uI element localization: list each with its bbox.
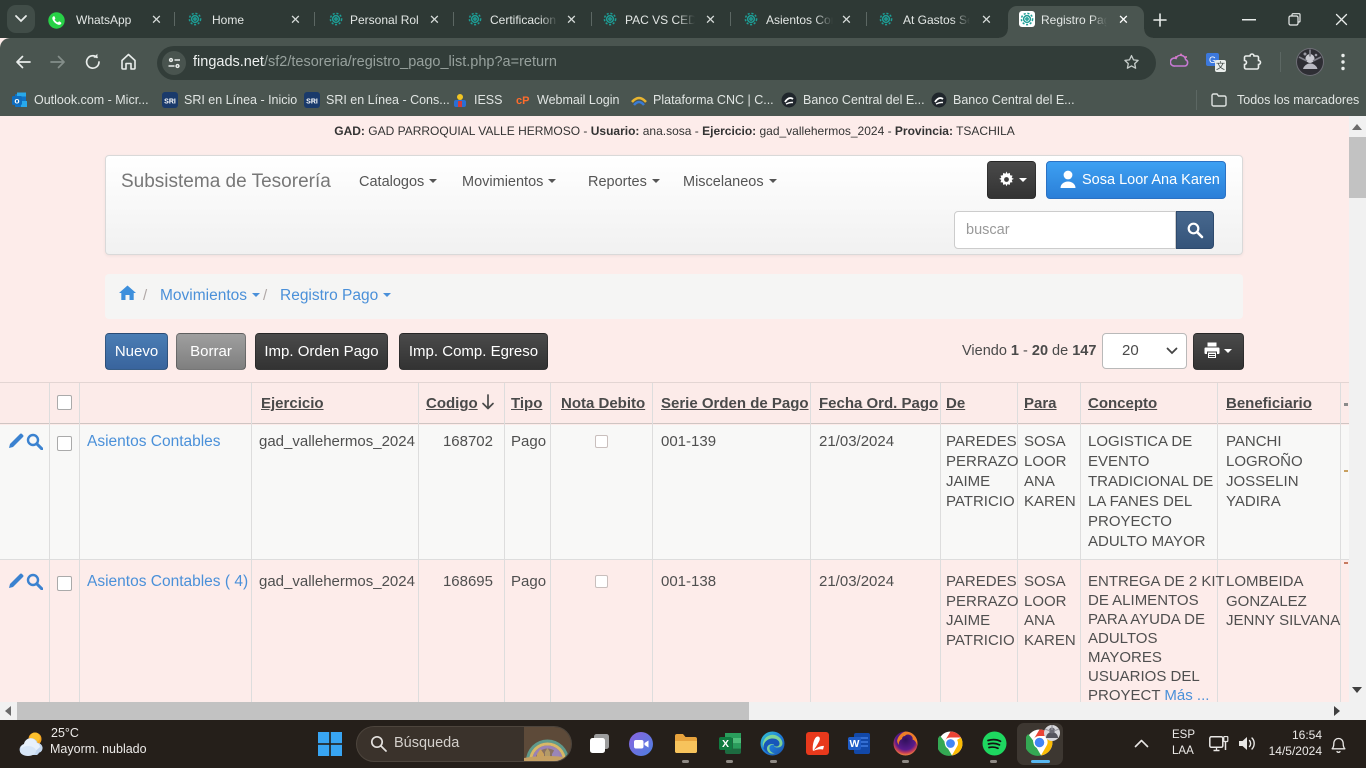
svg-text:W: W — [850, 738, 860, 750]
svg-text:SRI: SRI — [306, 99, 318, 106]
svg-text:X: X — [722, 738, 729, 750]
svg-text:o: o — [14, 96, 19, 106]
svg-text:G: G — [1209, 55, 1216, 65]
svg-text:文: 文 — [1216, 60, 1225, 71]
svg-text:cP: cP — [516, 95, 529, 107]
svg-text:SRI: SRI — [164, 99, 176, 106]
